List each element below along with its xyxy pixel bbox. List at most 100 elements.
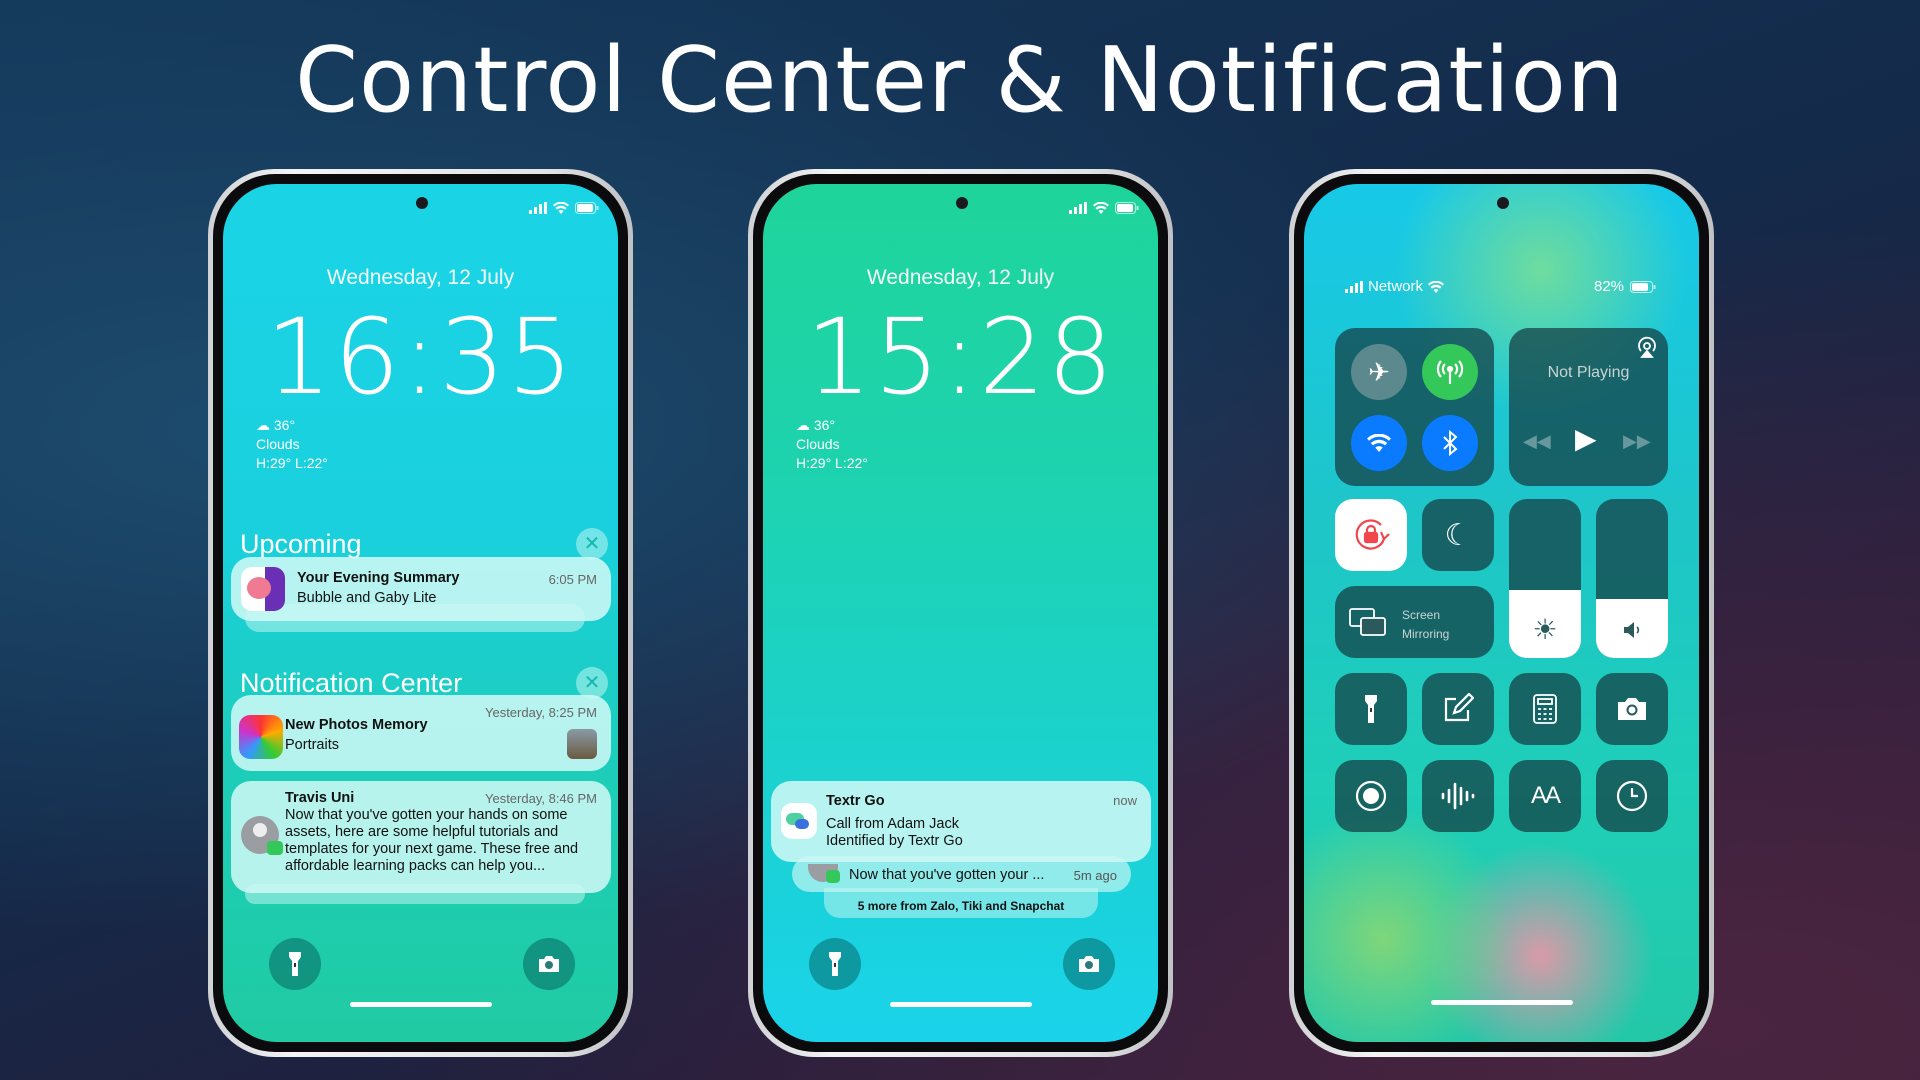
cloud-icon: ☁ bbox=[796, 417, 810, 433]
home-indicator[interactable] bbox=[1431, 1000, 1573, 1005]
notification-time: Yesterday, 8:25 PM bbox=[484, 705, 597, 720]
carrier-status: Network bbox=[1345, 278, 1445, 295]
upcoming-header: Upcoming bbox=[240, 529, 362, 559]
lock-time: 15:28 bbox=[805, 296, 1116, 418]
record-icon bbox=[1355, 780, 1387, 812]
weather-widget: ☁ 36° Clouds H:29° L:22° bbox=[256, 416, 328, 473]
notification-photos-memory[interactable]: New Photos Memory Portraits Yesterday, 8… bbox=[231, 695, 611, 771]
screen-mirroring-icon bbox=[1349, 608, 1386, 636]
stacked-time: 5m ago bbox=[1073, 868, 1117, 883]
weather-widget: ☁ 36° Clouds H:29° L:22° bbox=[796, 416, 868, 473]
phone-lock-screen-call: Wednesday, 12 July 15:28 ☁ 36° Clouds H:… bbox=[748, 169, 1173, 1057]
clock-button[interactable] bbox=[1596, 760, 1668, 832]
flashlight-button[interactable] bbox=[1335, 673, 1407, 745]
cellular-data-toggle[interactable] bbox=[1422, 344, 1478, 400]
weather-condition: Clouds bbox=[796, 436, 840, 452]
media-status: Not Playing bbox=[1547, 364, 1630, 381]
brightness-slider[interactable]: ☀ bbox=[1509, 499, 1581, 658]
weather-range: H:29° L:22° bbox=[256, 455, 328, 471]
textr-go-app-icon bbox=[781, 803, 817, 839]
signal-icon bbox=[1345, 280, 1363, 293]
battery-icon bbox=[575, 202, 599, 214]
clock-icon bbox=[1616, 780, 1648, 812]
notification-title: New Photos Memory bbox=[285, 717, 428, 733]
notification-time: 6:05 PM bbox=[548, 572, 597, 587]
messages-badge-icon bbox=[826, 870, 840, 883]
camera-button[interactable] bbox=[1063, 938, 1115, 990]
connectivity-module: ✈ bbox=[1335, 328, 1494, 486]
front-camera bbox=[416, 197, 428, 209]
flashlight-icon bbox=[829, 952, 841, 976]
status-bar bbox=[529, 202, 599, 214]
notification-title: Your Evening Summary bbox=[297, 570, 460, 586]
phone-control-center: Network 82% ✈ Not Playing ◀◀ ▶ ▶▶ ☾ ☀ Sc… bbox=[1289, 169, 1714, 1057]
notification-body: Call from Adam Jack bbox=[826, 816, 959, 832]
camera-icon bbox=[1618, 698, 1646, 720]
flashlight-button[interactable] bbox=[269, 938, 321, 990]
front-camera bbox=[956, 197, 968, 209]
text-size-button[interactable]: AA bbox=[1509, 760, 1581, 832]
bluetooth-icon bbox=[1443, 430, 1458, 456]
notification-body-2: Identified by Textr Go bbox=[826, 833, 963, 849]
notification-travis-uni[interactable]: Travis Uni Now that you've gotten your h… bbox=[231, 781, 611, 893]
notification-body: Bubble and Gaby Lite bbox=[297, 590, 437, 606]
airplane-mode-toggle[interactable]: ✈ bbox=[1351, 344, 1407, 400]
battery-percent: 82% bbox=[1594, 278, 1625, 295]
play-icon[interactable]: ▶ bbox=[1575, 422, 1597, 455]
rotation-lock-toggle[interactable] bbox=[1335, 499, 1407, 571]
notification-body: Now that you've gotten your hands on som… bbox=[285, 807, 579, 874]
waveform-icon bbox=[1441, 782, 1475, 810]
airplane-icon: ✈ bbox=[1368, 356, 1390, 387]
speaker-icon bbox=[1624, 622, 1640, 638]
fast-forward-icon[interactable]: ▶▶ bbox=[1623, 431, 1651, 452]
notification-evening-summary[interactable]: Your Evening Summary Bubble and Gaby Lit… bbox=[231, 557, 611, 621]
bluetooth-toggle[interactable] bbox=[1422, 415, 1478, 471]
calculator-icon bbox=[1533, 694, 1557, 724]
notification-title: Travis Uni bbox=[285, 790, 355, 806]
rotation-lock-icon bbox=[1355, 519, 1390, 550]
flashlight-icon bbox=[289, 952, 301, 976]
page-title: Control Center & Notification bbox=[295, 28, 1625, 133]
screen-mirroring-button[interactable]: Screen Mirroring bbox=[1335, 586, 1494, 658]
signal-icon bbox=[1069, 202, 1087, 214]
weather-temp: 36° bbox=[273, 417, 296, 433]
lock-date: Wednesday, 12 July bbox=[866, 266, 1055, 289]
do-not-disturb-toggle[interactable]: ☾ bbox=[1422, 499, 1494, 571]
stacked-body: Now that you've gotten your ... bbox=[849, 867, 1045, 883]
camera-button[interactable] bbox=[523, 938, 575, 990]
text-size-icon: AA bbox=[1530, 782, 1561, 809]
home-indicator[interactable] bbox=[350, 1002, 492, 1007]
antenna-icon bbox=[1436, 360, 1464, 384]
front-camera bbox=[1497, 197, 1509, 209]
signal-icon bbox=[529, 202, 547, 214]
notification-body: Portraits bbox=[285, 737, 339, 753]
photos-app-icon bbox=[239, 715, 283, 759]
media-player: Not Playing ◀◀ ▶ ▶▶ bbox=[1509, 328, 1668, 486]
camera-button[interactable] bbox=[1596, 673, 1668, 745]
weather-range: H:29° L:22° bbox=[796, 455, 868, 471]
calculator-button[interactable] bbox=[1509, 673, 1581, 745]
cloud-icon: ☁ bbox=[256, 417, 270, 433]
phone-lock-screen-notifications: Wednesday, 12 July 16:35 ☁ 36° Clouds H:… bbox=[208, 169, 633, 1057]
rewind-icon[interactable]: ◀◀ bbox=[1523, 431, 1551, 452]
airplay-icon[interactable] bbox=[1636, 336, 1658, 358]
notification-textr-go[interactable]: Textr Go Call from Adam Jack Identified … bbox=[771, 781, 1151, 862]
wifi-toggle[interactable] bbox=[1351, 415, 1407, 471]
moon-icon: ☾ bbox=[1444, 518, 1472, 552]
compose-icon bbox=[1444, 693, 1474, 722]
weather-temp: 36° bbox=[813, 417, 836, 433]
status-bar bbox=[1069, 202, 1139, 214]
wifi-icon bbox=[553, 202, 569, 214]
weather-condition: Clouds bbox=[256, 436, 300, 452]
close-icon[interactable]: ✕ bbox=[576, 528, 608, 560]
battery-icon bbox=[1115, 202, 1139, 214]
notes-button[interactable] bbox=[1422, 673, 1494, 745]
voice-memos-button[interactable] bbox=[1422, 760, 1494, 832]
volume-slider[interactable] bbox=[1596, 499, 1668, 658]
carrier-name: Network bbox=[1368, 278, 1424, 295]
screen-recording-button[interactable] bbox=[1335, 760, 1407, 832]
home-indicator[interactable] bbox=[890, 1002, 1032, 1007]
battery-icon bbox=[1630, 280, 1656, 293]
flashlight-button[interactable] bbox=[809, 938, 861, 990]
more-notifications[interactable]: 5 more from Zalo, Tiki and Snapchat bbox=[824, 888, 1098, 918]
